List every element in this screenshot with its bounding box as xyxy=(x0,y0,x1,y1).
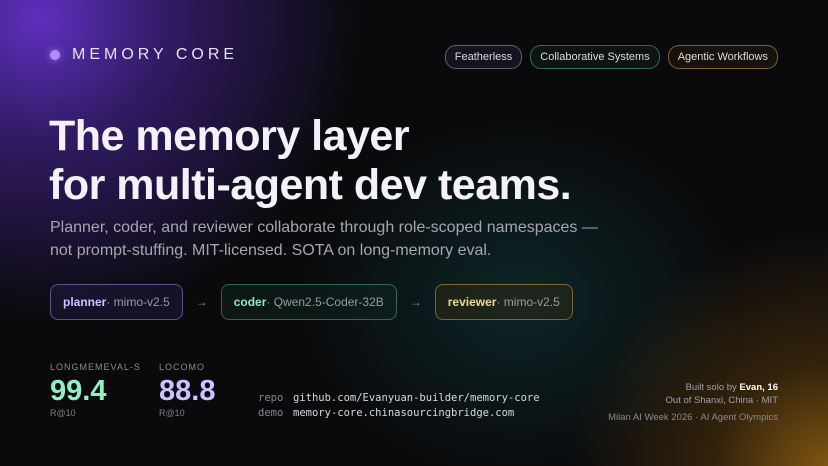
demo-link[interactable]: memory-core.chinasourcingbridge.com xyxy=(293,406,514,421)
credits-event: Milan AI Week 2026 · AI Agent Olympics xyxy=(608,412,778,423)
subtitle: Planner, coder, and reviewer collaborate… xyxy=(50,219,598,259)
headline-line-2: for multi-agent dev teams. xyxy=(49,161,572,209)
metric-label: LOCOMO xyxy=(159,362,206,372)
agent-model: · mimo-v2.5 xyxy=(496,295,560,309)
link-row-repo: repo github.com/Evanyuan-builder/memory-… xyxy=(258,391,540,406)
agent-card-planner: planner · mimo-v2.5 xyxy=(50,284,183,320)
agent-role: reviewer xyxy=(447,295,497,309)
metric-value: 88.8 xyxy=(159,375,216,407)
author-name: Evan, 16 xyxy=(739,382,778,393)
agent-card-coder: coder · Qwen2.5-Coder-32B xyxy=(220,284,397,320)
tag-list: Featherless Collaborative Systems Agenti… xyxy=(444,45,778,69)
metric-longmemeval: LONGMEMEVAL-S 99.4 R@10 xyxy=(50,362,141,418)
brand-dot-icon xyxy=(50,50,60,60)
metric-unit: R@10 xyxy=(50,408,76,418)
headline: The memory layer for multi-agent dev tea… xyxy=(49,112,572,210)
agent-role: coder xyxy=(233,295,267,309)
arrow-right-icon: → xyxy=(409,295,422,309)
agent-card-reviewer: reviewer · mimo-v2.5 xyxy=(434,284,573,320)
arrow-right-icon: → xyxy=(195,295,208,309)
metric-value: 99.4 xyxy=(50,375,107,407)
tag-agentic-workflows: Agentic Workflows xyxy=(667,45,778,69)
credits-author-line: Built solo by Evan, 16 xyxy=(608,381,778,394)
credits: Built solo by Evan, 16 Out of Shanxi, Ch… xyxy=(608,381,778,424)
credits-prefix: Built solo by xyxy=(685,382,740,393)
repo-link[interactable]: github.com/Evanyuan-builder/memory-core xyxy=(293,391,540,406)
link-key: repo xyxy=(258,392,284,404)
tag-featherless: Featherless xyxy=(444,45,523,69)
link-key: demo xyxy=(258,407,284,419)
credits-origin: Out of Shanxi, China · MIT xyxy=(665,395,778,406)
metric-locomo: LOCOMO 88.8 R@10 xyxy=(159,362,215,418)
tag-collaborative-systems: Collaborative Systems xyxy=(530,45,660,69)
agent-model: · Qwen2.5-Coder-32B xyxy=(266,295,384,309)
metric-label: LONGMEMEVAL-S xyxy=(50,362,141,372)
brand-name: MEMORY CORE xyxy=(72,46,239,63)
agent-pipeline: planner · mimo-v2.5 → coder · Qwen2.5-Co… xyxy=(50,284,573,320)
brand: MEMORY CORE xyxy=(50,46,238,64)
metric-unit: R@10 xyxy=(159,408,185,418)
agent-model: · mimo-v2.5 xyxy=(106,295,170,309)
link-row-demo: demo memory-core.chinasourcingbridge.com xyxy=(258,406,540,421)
link-list: repo github.com/Evanyuan-builder/memory-… xyxy=(258,391,540,421)
agent-role: planner xyxy=(63,295,107,309)
headline-line-1: The memory layer xyxy=(49,112,410,160)
